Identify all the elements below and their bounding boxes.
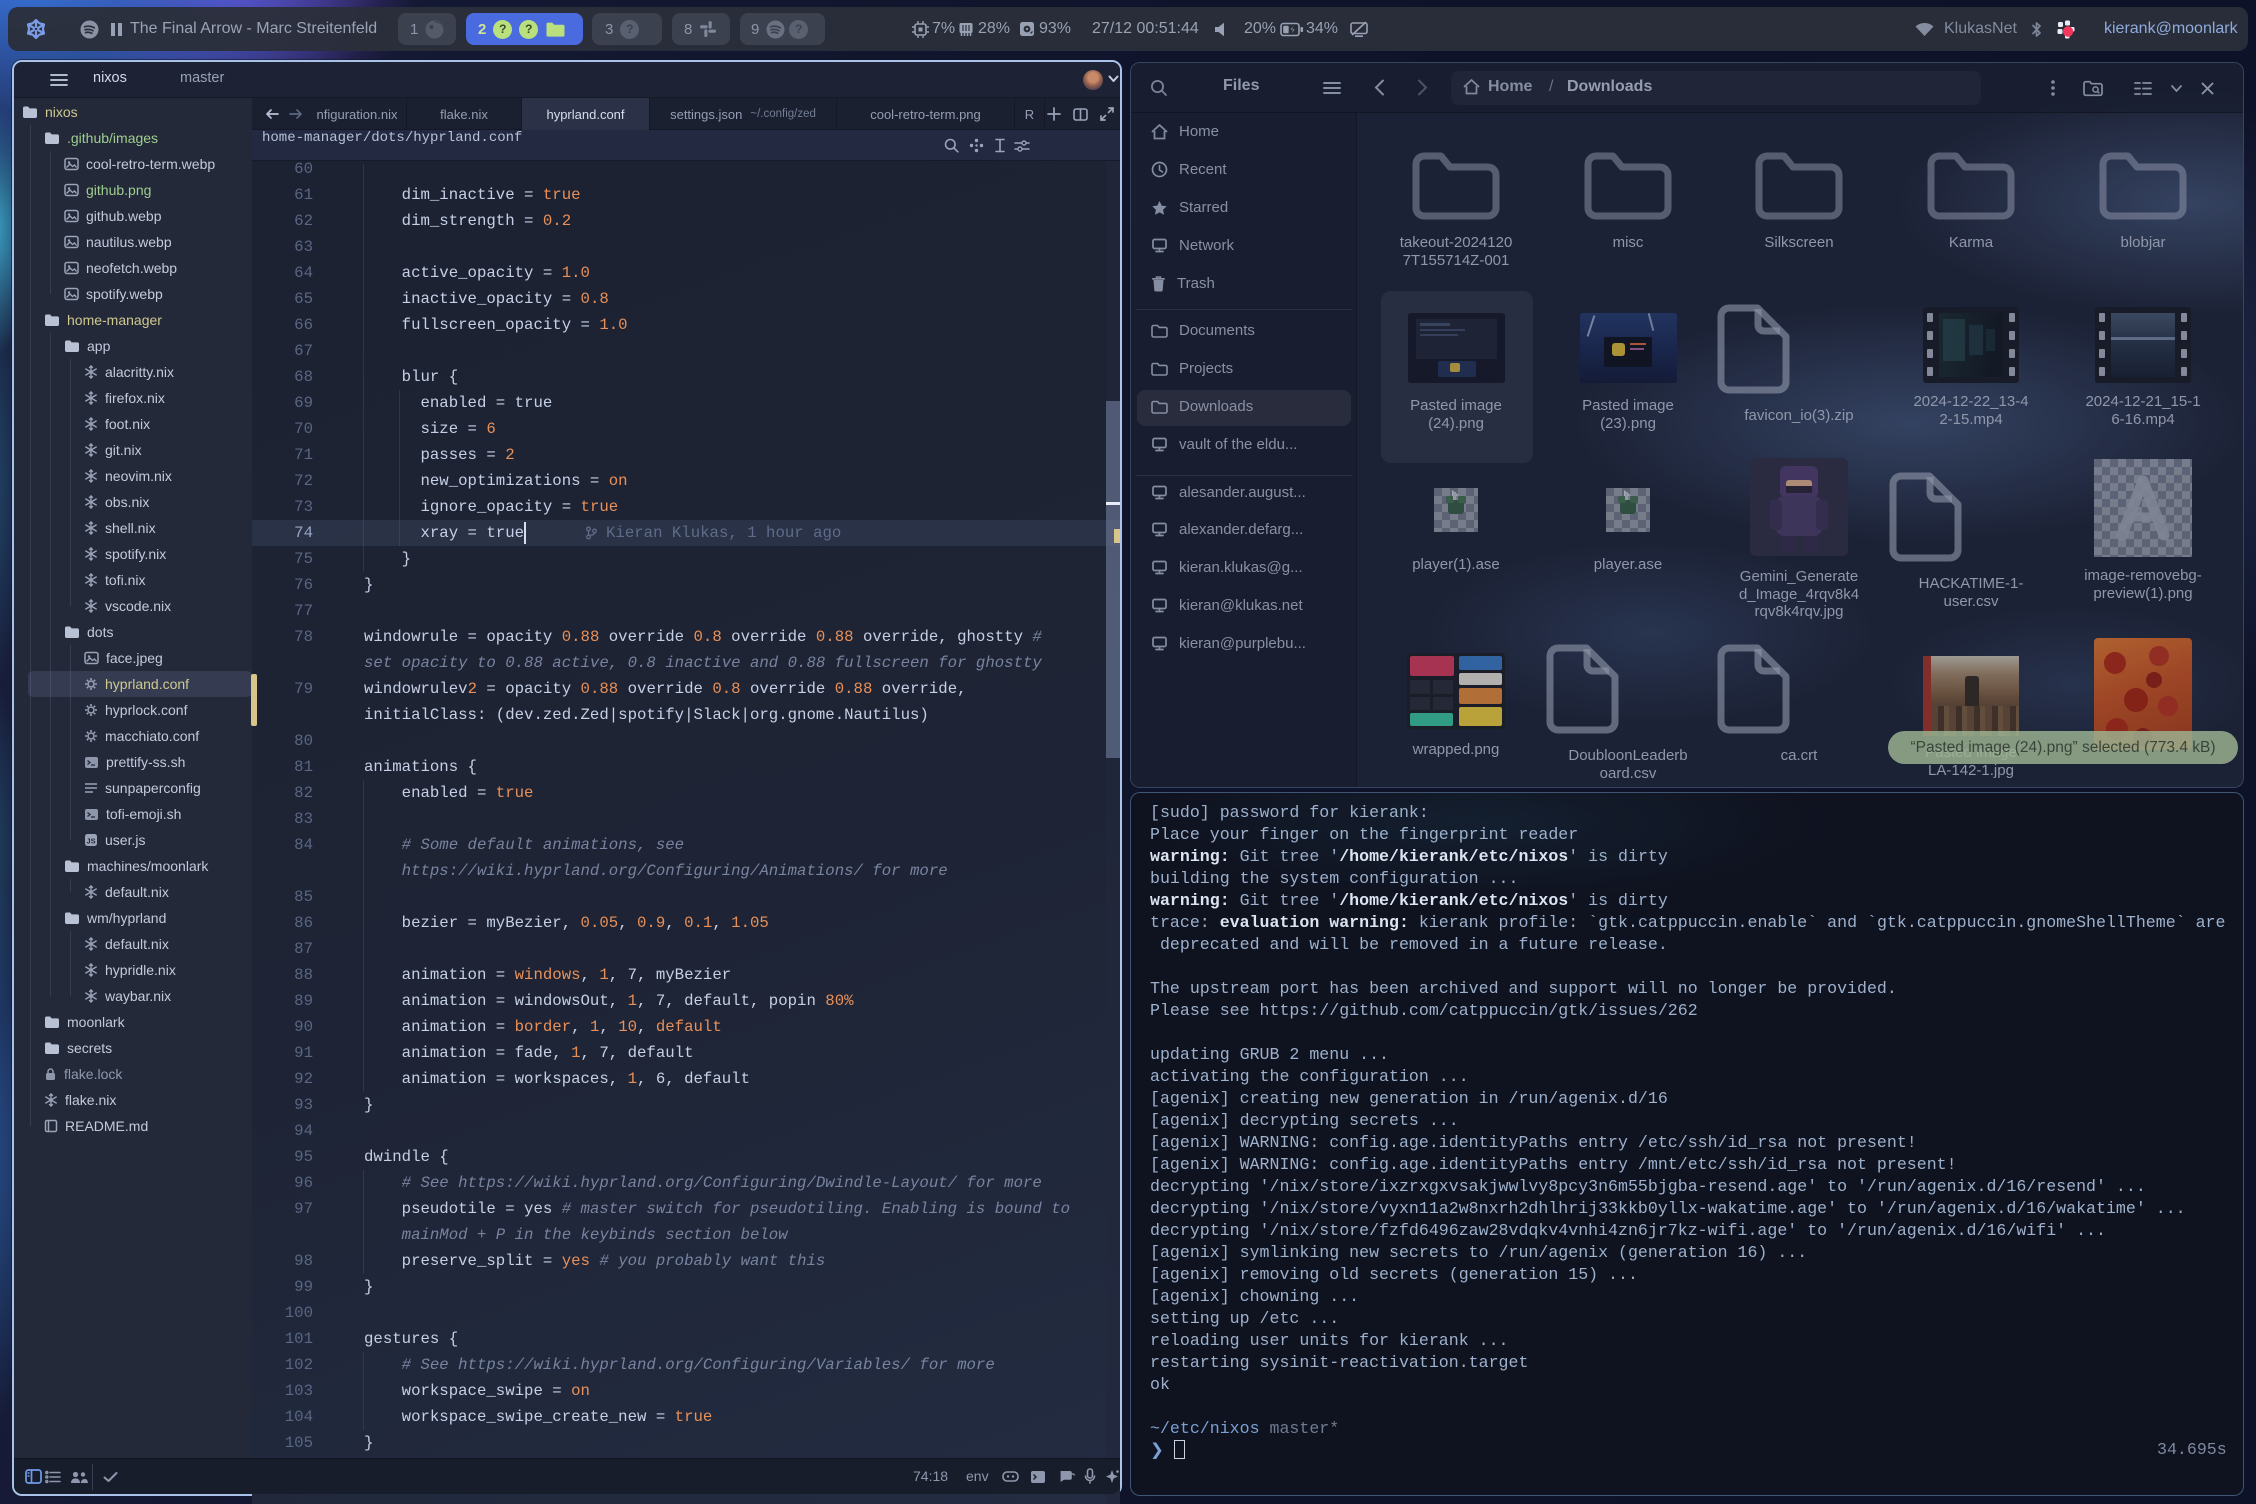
svg-text:JS: JS <box>86 837 95 846</box>
